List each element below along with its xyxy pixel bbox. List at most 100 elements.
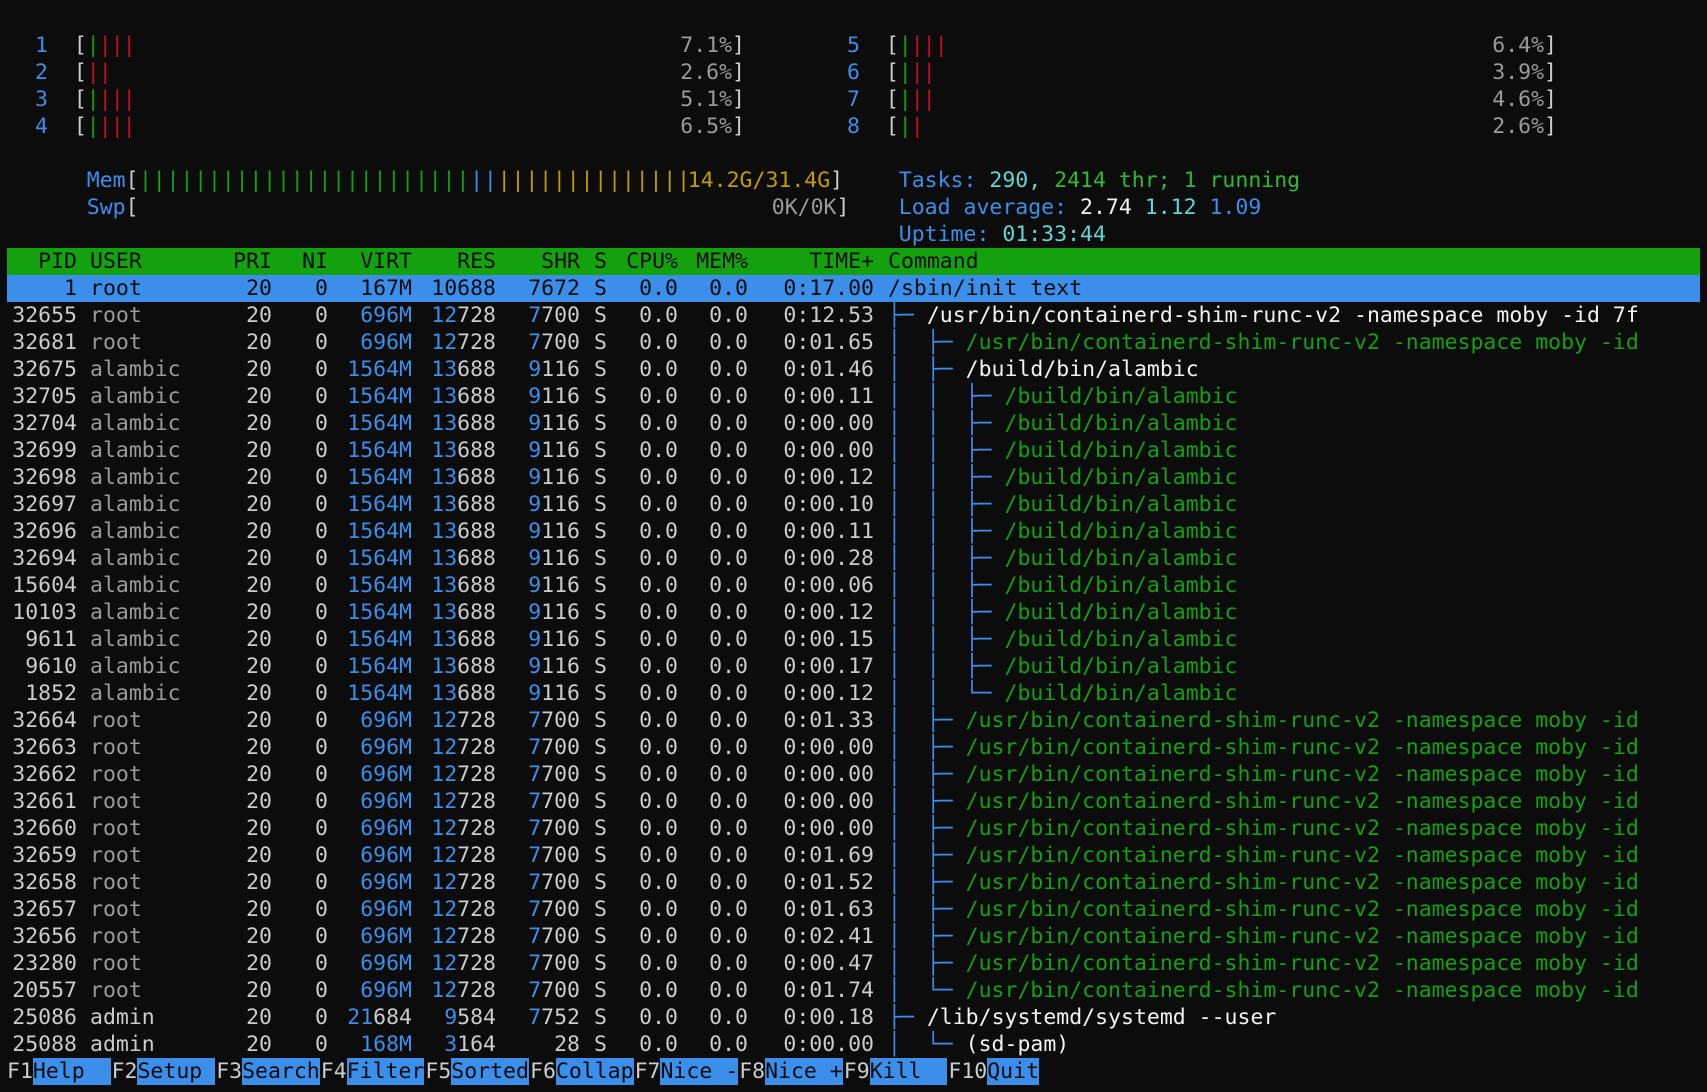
column-header-time[interactable]: TIME+ <box>760 248 874 275</box>
process-row[interactable]: 32658 root 20 0 696M 12728 7700 S 0.0 0.0 0:01.52 │… <box>0 869 1707 896</box>
fkey-label: F5 <box>425 1059 452 1084</box>
process-row[interactable]: 32663 root 20 0 696M 12728 7700 S 0.0 0.0 0:00.00 │… <box>0 734 1707 761</box>
column-header-mem[interactable]: MEM% <box>690 248 748 275</box>
fkey-f1[interactable]: F1Help <box>7 1058 111 1085</box>
cell-cpu: 0.0 <box>639 897 678 922</box>
command-text: /usr/bin/containerd-shim-runc-v2 -namesp… <box>965 762 1639 787</box>
process-command: │ │ ├─ /build/bin/alambic <box>888 626 1238 653</box>
process-table-header[interactable]: PID USER PRI NI VIRT RES SHR S CPU% MEM% TIME+ Comm… <box>7 248 1700 275</box>
cell-rest: 688 <box>457 681 496 706</box>
cpu-value-wrap-8: 2.6%] <box>1485 113 1557 140</box>
cpu-open-bracket: [ <box>859 87 899 112</box>
fkey-f8[interactable]: F8Nice + <box>739 1058 843 1085</box>
cell-ni: 0 <box>315 573 328 598</box>
cell-pid: 32675 <box>12 357 77 382</box>
cell-user: root <box>90 897 142 922</box>
cell-rest: 116 <box>541 519 580 544</box>
column-header-res[interactable]: RES <box>414 248 496 275</box>
fkey-f3[interactable]: F3Search <box>216 1058 320 1085</box>
process-row[interactable]: 32662 root 20 0 696M 12728 7700 S 0.0 0.0 0:00.00 │… <box>0 761 1707 788</box>
process-row[interactable]: 32664 root 20 0 696M 12728 7700 S 0.0 0.0 0:01.33 │… <box>0 707 1707 734</box>
process-row[interactable]: 32656 root 20 0 696M 12728 7700 S 0.0 0.0 0:02.41 │… <box>0 923 1707 950</box>
cell-s: S <box>594 681 607 706</box>
process-row[interactable]: 15604 alambic 20 0 1564M 13688 9116 S 0.0 0.0 0:00… <box>0 572 1707 599</box>
cell-cpu: 0.0 <box>639 627 678 652</box>
column-header-user[interactable]: USER <box>90 248 200 275</box>
process-row[interactable]: 32696 alambic 20 0 1564M 13688 9116 S 0.0 0.0 0:00… <box>0 518 1707 545</box>
column-header-virt[interactable]: VIRT <box>330 248 412 275</box>
cell-pid: 25088 <box>12 1032 77 1057</box>
cell-s: S <box>594 519 607 544</box>
process-row[interactable]: 32659 root 20 0 696M 12728 7700 S 0.0 0.0 0:01.69 │… <box>0 842 1707 869</box>
process-command: │ │ └─ /build/bin/alambic <box>888 680 1238 707</box>
process-row[interactable]: 32661 root 20 0 696M 12728 7700 S 0.0 0.0 0:00.00 │… <box>0 788 1707 815</box>
cell-pid: 20557 <box>12 978 77 1003</box>
cell-virt: 696M <box>360 816 412 841</box>
process-row[interactable]: 1 root 20 0 167M 10688 7672 S 0.0 0.0 0:17.00/sbin… <box>7 275 1700 302</box>
column-header-s[interactable]: S <box>594 248 614 275</box>
process-row[interactable]: 32660 root 20 0 696M 12728 7700 S 0.0 0.0 0:00.00 │… <box>0 815 1707 842</box>
mem-bar: | <box>235 168 249 193</box>
cpu-value-wrap-4: 6.5%] <box>673 113 745 140</box>
fkey-f10[interactable]: F10Quit <box>948 1058 1040 1085</box>
fkey-f5[interactable]: F5Sorted <box>425 1058 529 1085</box>
cell-s: S <box>594 789 607 814</box>
cell-time: 0:00.00 <box>783 816 874 841</box>
process-row[interactable]: 32699 alambic 20 0 1564M 13688 9116 S 0.0 0.0 0:00… <box>0 437 1707 464</box>
process-row[interactable]: 9611 alambic 20 0 1564M 13688 9116 S 0.0 0.0 0:00.… <box>0 626 1707 653</box>
command-text: /build/bin/alambic <box>965 357 1199 382</box>
cpu-value: 5.1% <box>680 87 733 112</box>
process-row[interactable]: 25086 admin 20 0 21684 9584 7752 S 0.0 0.0 0:00.18… <box>0 1004 1707 1031</box>
cpu-value-wrap-7: 4.6%] <box>1485 86 1557 113</box>
process-row[interactable]: 9610 alambic 20 0 1564M 13688 9116 S 0.0 0.0 0:00.… <box>0 653 1707 680</box>
command-text: /usr/bin/containerd-shim-runc-v2 -namesp… <box>965 789 1639 814</box>
fkey-action-setup: Setup <box>137 1058 216 1085</box>
column-header-pid[interactable]: PID <box>7 248 77 275</box>
cpu-meter-5: 5 [|||| <box>847 32 948 59</box>
cell-cpu: 0.0 <box>639 843 678 868</box>
cpu-value-wrap-5: 6.4%] <box>1485 32 1557 59</box>
process-row[interactable]: 23280 root 20 0 696M 12728 7700 S 0.0 0.0 0:00.47 │… <box>0 950 1707 977</box>
process-row[interactable]: 25088 admin 20 0 168M 3164 28 S 0.0 0.0 0:00.00 │ └… <box>0 1031 1707 1058</box>
cell-highlight: 13 <box>431 654 458 679</box>
cell-s: S <box>594 978 607 1003</box>
cell-highlight: 12 <box>431 816 458 841</box>
fkey-f7[interactable]: F7Nice - <box>635 1058 739 1085</box>
column-header-shr[interactable]: SHR <box>498 248 580 275</box>
process-row[interactable]: 32675 alambic 20 0 1564M 13688 9116 S 0.0 0.0 0:01… <box>0 356 1707 383</box>
cell-highlight: 13 <box>431 384 458 409</box>
cell-pri: 20 <box>246 654 272 679</box>
column-header-command[interactable]: Command <box>888 248 1707 275</box>
cell-virt: 1564M <box>347 438 412 463</box>
cell-highlight: 12 <box>431 951 458 976</box>
process-row[interactable]: 32657 root 20 0 696M 12728 7700 S 0.0 0.0 0:01.63 │… <box>0 896 1707 923</box>
process-row[interactable]: 32694 alambic 20 0 1564M 13688 9116 S 0.0 0.0 0:00… <box>0 545 1707 572</box>
process-row[interactable]: 32697 alambic 20 0 1564M 13688 9116 S 0.0 0.0 0:00… <box>0 491 1707 518</box>
cell-s: S <box>594 627 607 652</box>
column-header-cpu[interactable]: CPU% <box>620 248 678 275</box>
process-row[interactable]: 20557 root 20 0 696M 12728 7700 S 0.0 0.0 0:01.74 │… <box>0 977 1707 1004</box>
mem-bar: | <box>414 168 428 193</box>
column-header-pri[interactable]: PRI <box>210 248 272 275</box>
cell-highlight: 9 <box>528 627 542 652</box>
cell-pri: 20 <box>246 303 272 328</box>
column-header-ni[interactable]: NI <box>290 248 328 275</box>
fkey-f2[interactable]: F2Setup <box>112 1058 216 1085</box>
fkey-f4[interactable]: F4Filter <box>321 1058 425 1085</box>
cell-pid: 32704 <box>12 411 77 436</box>
process-row[interactable]: 32681 root 20 0 696M 12728 7700 S 0.0 0.0 0:01.65 │… <box>0 329 1707 356</box>
process-row[interactable]: 10103 alambic 20 0 1564M 13688 9116 S 0.0 0.0 0:00… <box>0 599 1707 626</box>
fkey-f6[interactable]: F6Collap <box>530 1058 634 1085</box>
process-row[interactable]: 32655 root 20 0 696M 12728 7700 S 0.0 0.0 0:12.53 ├… <box>0 302 1707 329</box>
process-row[interactable]: 32704 alambic 20 0 1564M 13688 9116 S 0.0 0.0 0:00… <box>0 410 1707 437</box>
htop-terminal: Mem[||||||||||||||||||||||||||||||||||||… <box>0 0 1707 1092</box>
process-row[interactable]: 32698 alambic 20 0 1564M 13688 9116 S 0.0 0.0 0:00… <box>0 464 1707 491</box>
cell-ni: 0 <box>315 519 328 544</box>
mem-bar: | <box>442 168 456 193</box>
cpu-open-bracket: [ <box>47 87 87 112</box>
process-row[interactable]: 1852 alambic 20 0 1564M 13688 9116 S 0.0 0.0 0:00.… <box>0 680 1707 707</box>
tree-connector: │ │ ├─ <box>888 546 1005 571</box>
process-row[interactable]: 32705 alambic 20 0 1564M 13688 9116 S 0.0 0.0 0:00… <box>0 383 1707 410</box>
cell-ni: 0 <box>315 1032 328 1057</box>
fkey-f9[interactable]: F9Kill <box>844 1058 948 1085</box>
